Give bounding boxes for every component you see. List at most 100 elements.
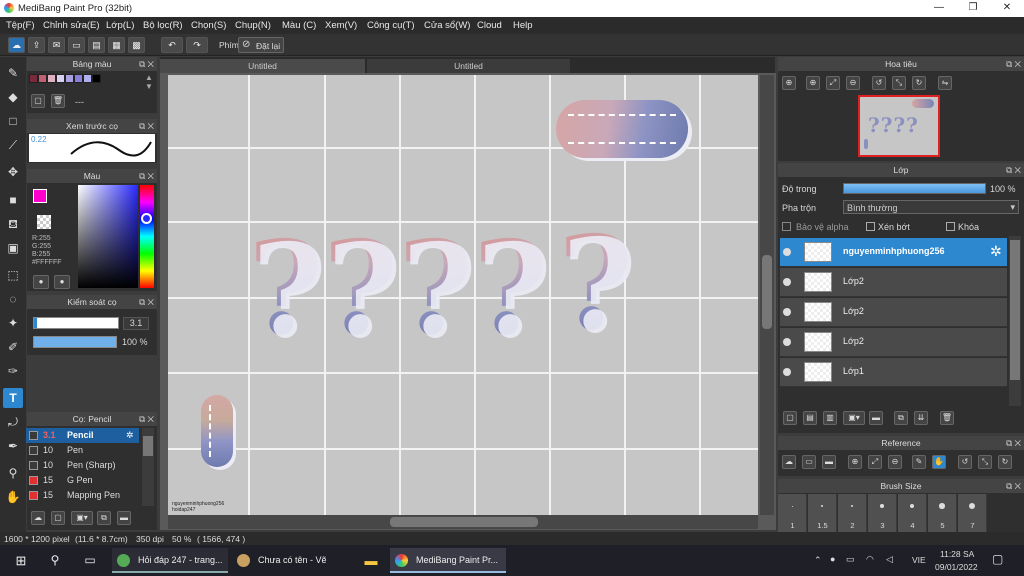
palette-swatch[interactable] <box>29 74 38 83</box>
fit-screen-icon[interactable]: ⤡ <box>892 76 906 90</box>
menu-layer[interactable]: Lớp(L) <box>106 20 134 31</box>
brush-tool-icon[interactable]: ✎ <box>3 63 23 83</box>
grid-icon[interactable]: ▦ <box>108 37 125 53</box>
dropper-tool-icon[interactable]: ⚲ <box>3 463 23 483</box>
lasso-tool-icon[interactable]: ◌ <box>3 289 23 309</box>
cloud-reference-icon[interactable]: ☁ <box>782 455 796 469</box>
menu-filter[interactable]: Bộ lọc(R) <box>143 20 183 31</box>
flip-icon[interactable]: ⇋ <box>938 76 952 90</box>
panel-controls-icon[interactable]: ⧉ ✕ <box>1006 479 1021 493</box>
brush-size-cell[interactable]: 1.5 <box>808 494 837 532</box>
zoom-out-ref-icon[interactable]: ⊖ <box>888 455 902 469</box>
select-rect-icon[interactable]: ⬚ <box>3 265 23 285</box>
hand-tool-icon[interactable]: ✋ <box>3 487 23 507</box>
swap-colors-icon[interactable]: ● <box>54 275 70 289</box>
palette-swatch[interactable] <box>74 74 83 83</box>
zoom-in-alt-icon[interactable]: ⊕ <box>806 76 820 90</box>
taskbar-item-hoidap[interactable]: Hỏi đáp 247 - trang... <box>112 548 228 573</box>
protect-alpha-checkbox[interactable] <box>782 222 791 231</box>
fit-screen-ref-icon[interactable]: ⤡ <box>978 455 992 469</box>
rotate-right-ref-icon[interactable]: ↻ <box>998 455 1012 469</box>
copy-brush-icon[interactable]: ⧉ <box>97 511 111 525</box>
palette-swatch[interactable] <box>47 74 56 83</box>
duplicate-layer-icon[interactable]: ⧉ <box>894 411 908 425</box>
eyedropper-icon[interactable]: ● <box>33 275 49 289</box>
layer-scrollbar[interactable] <box>1009 236 1021 408</box>
notification-icon[interactable]: ▢ <box>992 552 1003 566</box>
panel-controls-icon[interactable]: ⧉ ✕ <box>1006 436 1021 450</box>
fit-icon[interactable]: ⤢ <box>826 76 840 90</box>
fit-ref-icon[interactable]: ⤢ <box>868 455 882 469</box>
tray-chevron-icon[interactable]: ⌃ <box>814 555 822 566</box>
open-reference-icon[interactable]: ▭ <box>802 455 816 469</box>
folder-icon[interactable]: ▬ <box>358 548 384 573</box>
brush-size-cell[interactable]: 1 <box>778 494 807 532</box>
palette-swatch[interactable] <box>56 74 65 83</box>
brush-size-cell[interactable]: 5 <box>928 494 957 532</box>
hue-handle[interactable] <box>141 213 152 224</box>
gear-icon[interactable]: ✲ <box>990 243 1002 260</box>
brush-list-scroll-thumb[interactable] <box>143 436 153 456</box>
language-indicator[interactable]: VIE <box>912 555 926 565</box>
vertical-scroll-thumb[interactable] <box>762 255 772 329</box>
panel-controls-icon[interactable]: ⧉ ✕ <box>139 57 154 71</box>
brush-list-item[interactable]: 10 Pen (Sharp) <box>26 458 139 473</box>
layer-row[interactable]: Lớp2 <box>780 298 1007 327</box>
palette-swatch[interactable] <box>65 74 74 83</box>
menu-capture[interactable]: Chụp(N) <box>235 20 271 31</box>
brush-size-cell[interactable]: 4 <box>898 494 927 532</box>
menu-edit[interactable]: Chỉnh sửa(E) <box>43 20 100 31</box>
lock-checkbox[interactable] <box>946 222 955 231</box>
new-8bit-layer-icon[interactable]: ▥ <box>823 411 837 425</box>
wifi-icon[interactable]: ◠ <box>866 554 874 565</box>
navigator-thumbnail[interactable]: ???? <box>858 95 940 157</box>
palette-scroll-icon[interactable]: ▲ ▼ <box>145 73 153 91</box>
brush-list-item[interactable]: 3.1 Pencil ✲ <box>26 428 139 443</box>
menu-file[interactable]: Tệp(F) <box>6 20 35 31</box>
operation-tool-icon[interactable]: ⤾ <box>3 412 23 432</box>
gradient-tool-icon[interactable]: ▣ <box>3 238 23 258</box>
brush-size-value[interactable]: 3.1 <box>123 317 149 330</box>
clipping-checkbox[interactable] <box>866 222 875 231</box>
start-windows-icon[interactable]: ⊞ <box>6 548 36 573</box>
rotate-left-ref-icon[interactable]: ↺ <box>958 455 972 469</box>
rotate-left-icon[interactable]: ↺ <box>872 76 886 90</box>
brush-size-cell[interactable]: 3 <box>868 494 897 532</box>
new-layer-icon[interactable]: ▢ <box>783 411 797 425</box>
eye-icon[interactable] <box>783 278 791 286</box>
horizontal-scroll-thumb[interactable] <box>390 517 538 527</box>
menu-tools[interactable]: Công cụ(T) <box>367 20 415 31</box>
hue-slider[interactable] <box>140 185 154 288</box>
brush-size-cell[interactable]: 7 <box>958 494 987 532</box>
tray-app-icon[interactable]: ● <box>830 554 835 564</box>
eye-icon[interactable] <box>783 338 791 346</box>
taskbar-item-medibang[interactable]: MediBang Paint Pr... <box>390 548 506 573</box>
layer-row[interactable]: Lớp2 <box>780 328 1007 357</box>
brush-size-slider[interactable] <box>33 317 119 329</box>
layer-opacity-slider[interactable] <box>843 183 986 194</box>
zoom-in-ref-icon[interactable]: ⊕ <box>848 455 862 469</box>
brush-list-scrollbar[interactable] <box>142 428 154 506</box>
rotate-right-icon[interactable]: ↻ <box>912 76 926 90</box>
text-tool-icon[interactable]: T <box>3 388 23 408</box>
panel-controls-icon[interactable]: ⧉ ✕ <box>139 295 154 309</box>
transparent-swatch[interactable] <box>37 215 51 229</box>
saturation-value-picker[interactable] <box>78 185 138 288</box>
taskbar-item-paint[interactable]: Chưa có tên - Vẽ <box>232 548 352 573</box>
panel-controls-icon[interactable]: ⧉ ✕ <box>139 412 154 426</box>
magic-wand-icon[interactable]: ✦ <box>3 313 23 333</box>
layer-row[interactable]: Lớp1 <box>780 358 1007 387</box>
eye-icon[interactable] <box>783 248 791 256</box>
palette-swatch[interactable] <box>92 74 101 83</box>
redo-icon[interactable]: ↷ <box>186 37 208 53</box>
zoom-out-icon[interactable]: ⊖ <box>846 76 860 90</box>
menu-help[interactable]: Help <box>513 20 533 31</box>
task-view-icon[interactable]: ▭ <box>75 548 105 573</box>
layer-row[interactable]: nguyenminhphuong256 ✲ <box>780 238 1007 267</box>
horizontal-scrollbar[interactable] <box>168 515 758 529</box>
eye-icon[interactable] <box>783 308 791 316</box>
close-button[interactable]: ✕ <box>990 0 1024 17</box>
layer-row[interactable]: Lớp2 <box>780 268 1007 297</box>
document-icon[interactable]: ▤ <box>88 37 105 53</box>
brush-opacity-slider[interactable] <box>33 336 117 348</box>
